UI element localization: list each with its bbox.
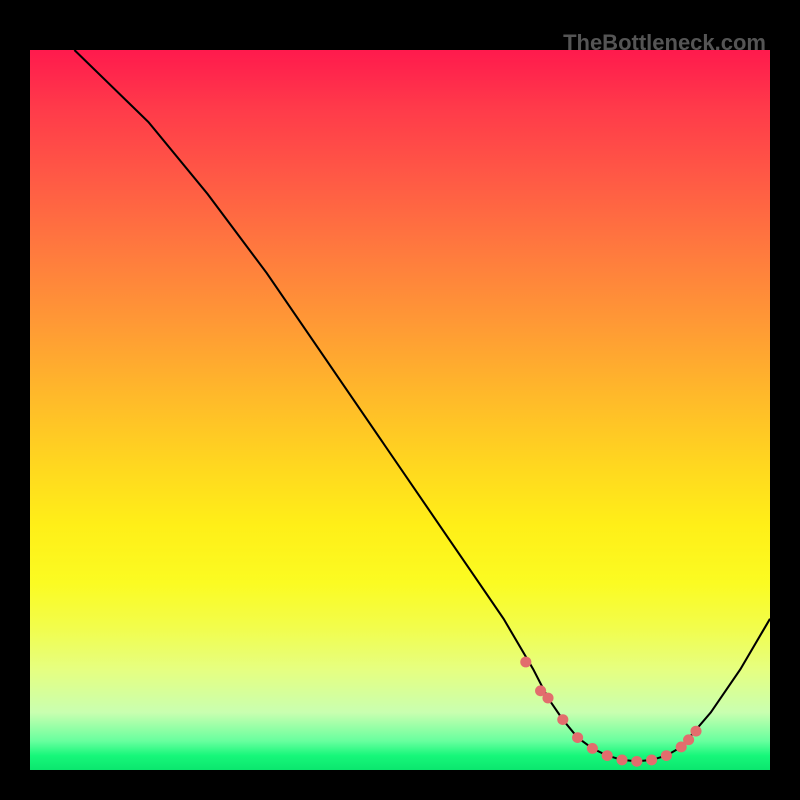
marker-dot [683, 734, 694, 745]
marker-dot [661, 750, 672, 761]
marker-dot [602, 750, 613, 761]
marker-dot [557, 714, 568, 725]
plot-area: TheBottleneck.com [30, 30, 770, 770]
marker-dot [631, 756, 642, 767]
marker-dot [616, 755, 627, 766]
marker-dot [520, 657, 531, 668]
marker-dot [690, 726, 701, 737]
marker-dot [542, 693, 553, 704]
marker-dot [572, 732, 583, 743]
bottleneck-curve [74, 50, 770, 761]
marker-dot [646, 755, 657, 766]
marker-dot [587, 743, 598, 754]
curve-layer [30, 50, 770, 770]
chart-frame: TheBottleneck.com [30, 30, 770, 770]
